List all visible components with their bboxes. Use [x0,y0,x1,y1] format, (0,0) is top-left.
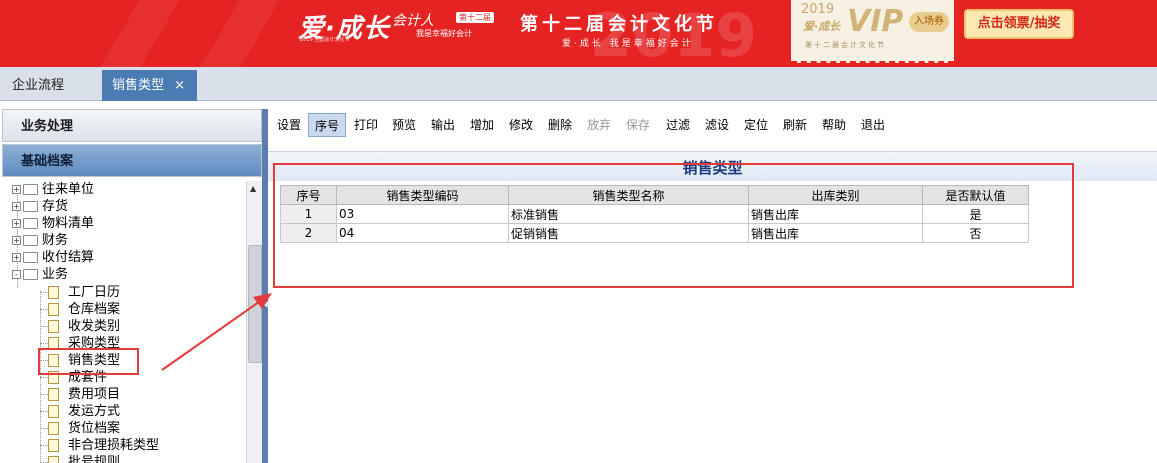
expand-icon[interactable]: + [12,219,21,228]
tree-item-expense[interactable]: 费用项目 [48,386,120,403]
claim-ticket-button[interactable]: 点击领票/抽奖 [964,9,1074,39]
ticket-year: 2019 [801,2,835,17]
folder-icon [23,201,38,212]
document-icon [48,456,59,463]
document-icon [48,286,59,299]
tree-item-bom[interactable]: + 物料清单 [12,215,94,232]
archive-tree: + 往来单位 + 存货 + 物料清单 + 财务 + 收付结算 - 业务 工厂日历 仓库档案 … [2,181,246,463]
nav-section-business[interactable]: 业务处理 [2,109,262,142]
expand-icon[interactable]: + [12,202,21,211]
folder-icon [23,252,38,263]
tab-label: 销售类型 [112,78,165,93]
tree-item-warehouse[interactable]: 仓库档案 [48,301,120,318]
toolbar-button-filter-settings[interactable]: 滤设 [699,113,735,137]
tree-item-batch-rule[interactable]: 批号规则 [48,454,120,463]
banner-badge: 第十二届 [456,12,494,23]
tree-item-label: 财务 [42,233,69,248]
toolbar-button-filter[interactable]: 过滤 [660,113,696,137]
folder-icon [23,218,38,229]
tree-line [40,291,41,461]
toolbar-button-preview[interactable]: 预览 [386,113,422,137]
toolbar-button-exit[interactable]: 退出 [855,113,891,137]
ticket-pass-badge: 入场券 [909,12,949,32]
close-icon[interactable]: × [174,70,185,101]
tree-item-location[interactable]: 货位档案 [48,420,120,437]
document-icon [48,439,59,452]
tree-item-loss-type[interactable]: 非合理损耗类型 [48,437,159,454]
vip-ticket[interactable]: 2019 爱·成长 VIP 入场券 第十二届会计文化节 [791,0,954,63]
tree-item-label: 非合理损耗类型 [68,438,160,453]
toolbar-button-export[interactable]: 输出 [425,113,461,137]
tree-item-label: 收付结算 [42,250,95,265]
tab-label: 企业流程 [12,78,65,93]
tree-item-label: 物料清单 [42,216,95,231]
tree-item-settlement[interactable]: + 收付结算 [12,249,94,266]
toolbar-button-discard[interactable]: 放弃 [581,113,617,137]
banner-festival-title: 第十二届会计文化节 [520,14,718,35]
tree-item-label: 业务 [42,267,69,282]
scrollbar-thumb[interactable] [248,245,262,363]
tree-item-partners[interactable]: + 往来单位 [12,181,94,198]
toolbar-button-refresh[interactable]: 刷新 [777,113,813,137]
highlight-box-grid [273,163,1074,288]
toolbar-button-delete[interactable]: 删除 [542,113,578,137]
ticket-vip: VIP [847,4,904,39]
tree-item-label: 批号规则 [68,455,121,463]
promo-banner[interactable]: 2019 爱·成长 会计人 第十二届 我是幸福好会计 2019 全国会计文化节 … [0,0,1157,67]
tree-item-shipping[interactable]: 发运方式 [48,403,120,420]
highlight-box-tree-item [38,348,139,375]
toolbar-button-print[interactable]: 打印 [348,113,384,137]
document-icon [48,388,59,401]
document-icon [48,422,59,435]
folder-icon [23,184,38,195]
tree-item-label: 仓库档案 [68,302,121,317]
document-icon [48,303,59,316]
folder-open-icon [23,269,38,280]
tree-item-label: 费用项目 [68,387,121,402]
expand-icon[interactable]: + [12,236,21,245]
toolbar-button-sequence[interactable]: 序号 [308,113,346,137]
tree-item-io-category[interactable]: 收发类别 [48,318,120,335]
banner-stripe [100,0,180,67]
toolbar-button-save[interactable]: 保存 [620,113,656,137]
ticket-brand: 爱·成长 [803,20,841,33]
banner-stripe [200,0,280,67]
banner-script-logo: 会计人 [392,13,434,29]
toolbar-button-add[interactable]: 增加 [464,113,500,137]
tree-item-label: 存货 [42,199,69,214]
toolbar-button-settings[interactable]: 设置 [272,113,306,137]
tab-company-process[interactable]: 企业流程 [2,70,74,101]
expand-icon[interactable]: + [12,185,21,194]
scroll-up-icon[interactable]: ▲ [250,184,256,193]
tree-item-label: 往来单位 [42,182,95,197]
folder-icon [23,235,38,246]
banner-festival-subtitle: 爱·成长 我是幸福好会计 [562,39,694,49]
banner-small-text: 2019 全国会计文化节 [300,37,350,43]
tree-scrollbar[interactable]: ▲ [246,181,263,463]
tree-item-inventory[interactable]: + 存货 [12,198,68,215]
tree-item-label: 工厂日历 [68,285,121,300]
left-navigation: 业务处理 基础档案 + 往来单位 + 存货 + 物料清单 + 财务 + 收付结算 - 业务 … [0,109,266,463]
tab-sales-type[interactable]: 销售类型 × [102,70,197,101]
banner-slogan: 我是幸福好会计 [416,29,472,38]
toolbar-button-edit[interactable]: 修改 [503,113,539,137]
ticket-subtitle: 第十二届会计文化节 [805,41,886,49]
tree-item-label: 货位档案 [68,421,121,436]
tree-item-factory-calendar[interactable]: 工厂日历 [48,284,120,301]
toolbar-button-help[interactable]: 帮助 [816,113,852,137]
expand-icon[interactable]: + [12,253,21,262]
toolbar-button-locate[interactable]: 定位 [738,113,774,137]
tab-bar: 企业流程 销售类型 × [0,67,1157,101]
tree-item-business[interactable]: - 业务 [12,266,68,283]
document-icon [48,320,59,333]
tree-item-label: 收发类别 [68,319,121,334]
collapse-icon[interactable]: - [12,270,21,279]
nav-section-base-archive[interactable]: 基础档案 [2,144,262,177]
document-icon [48,405,59,418]
tree-item-label: 发运方式 [68,404,121,419]
tree-item-finance[interactable]: + 财务 [12,232,68,249]
